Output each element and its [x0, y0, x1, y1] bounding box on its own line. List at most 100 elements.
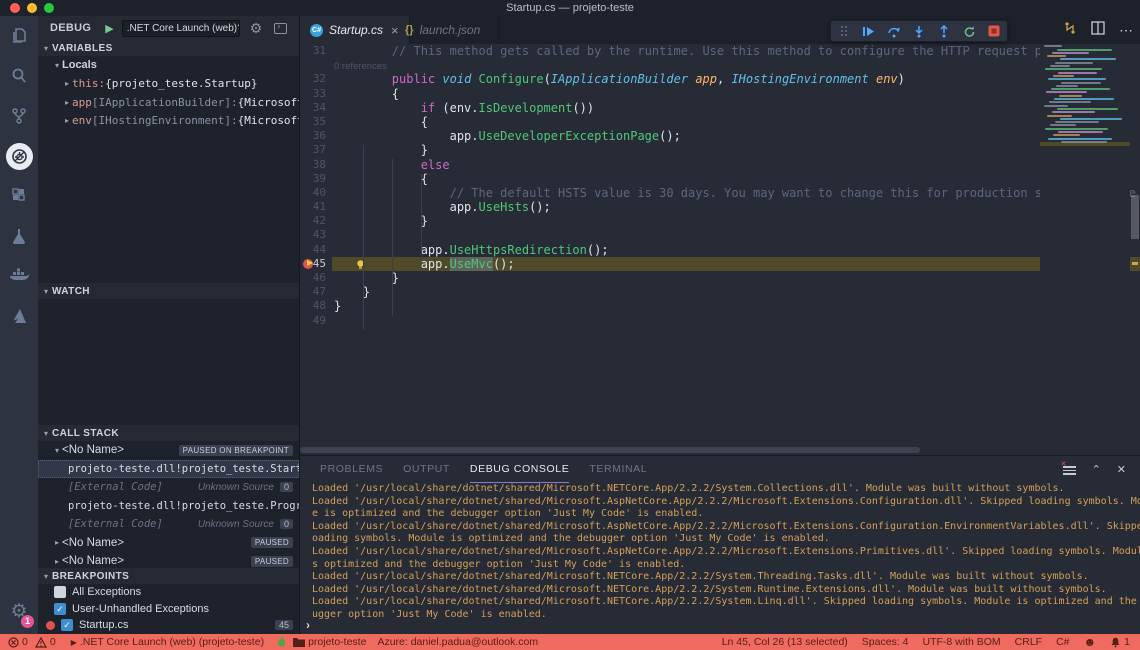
breakpoint-row[interactable]: ✓User-Unhandled Exceptions — [38, 601, 299, 618]
console-input-prompt[interactable]: › — [306, 618, 310, 632]
minimap-bar — [1057, 108, 1118, 110]
breakpoints-pane: All Exceptions✓User-Unhandled Exceptions… — [38, 584, 299, 634]
code-line[interactable]: 35 { — [300, 115, 1140, 129]
code-line[interactable]: 45 app.UseMvc(); — [300, 257, 1140, 271]
open-console-icon[interactable] — [274, 23, 287, 34]
error-icon — [8, 637, 19, 648]
code-line[interactable]: 40 // The default HSTS value is 30 days.… — [300, 186, 1140, 200]
search-icon[interactable] — [0, 56, 38, 96]
breakpoint-row[interactable]: All Exceptions — [38, 584, 299, 601]
step-out-icon[interactable] — [935, 22, 953, 40]
toolbar-grip[interactable] — [835, 22, 853, 40]
configure-gear-icon[interactable]: ⚙ — [250, 20, 263, 37]
code-line[interactable]: 42 } — [300, 214, 1140, 228]
debug-launch-status[interactable]: ▶ .NET Core Launch (web) (projeto-teste) — [71, 636, 264, 648]
code-line[interactable]: 41 app.UseHsts(); — [300, 200, 1140, 214]
code-line[interactable]: 32 public void Configure(IApplicationBui… — [300, 72, 1140, 86]
variable-row[interactable]: ▸env [IHostingEnvironment]: {Microsoft.A… — [38, 112, 299, 131]
continue-icon[interactable] — [860, 22, 878, 40]
settings-gear-icon[interactable]: ⚙ 1 — [0, 594, 38, 628]
explorer-icon[interactable] — [0, 16, 38, 56]
callstack-thread[interactable]: ▸<No Name>PAUSED — [38, 552, 299, 568]
code-editor[interactable]: 31 // This method gets called by the run… — [300, 44, 1140, 455]
variable-row[interactable]: ▸app [IApplicationBuilder]: {Microsoft.A… — [38, 93, 299, 112]
console-line: Loaded '/usr/local/share/dotnet/shared/M… — [312, 496, 1140, 509]
code-line[interactable]: 33 { — [300, 87, 1140, 101]
stop-icon[interactable] — [985, 22, 1003, 40]
scrollbar-thumb[interactable] — [1131, 195, 1139, 239]
code-line[interactable]: 38 else — [300, 158, 1140, 172]
notifications-bell[interactable]: 1 — [1110, 636, 1130, 648]
variables-group[interactable]: ▾Locals — [38, 56, 299, 75]
callstack-external[interactable]: [External Code]Unknown Source0 — [38, 478, 299, 497]
code-line[interactable]: 44 app.UseHttpsRedirection(); — [300, 243, 1140, 257]
horizontal-scrollbar-thumb[interactable] — [300, 447, 920, 453]
checkbox[interactable]: ✓ — [61, 619, 73, 631]
tab-terminal[interactable]: TERMINAL — [589, 456, 647, 483]
tab-output[interactable]: OUTPUT — [403, 456, 450, 483]
call-stack-section-header[interactable]: ▾ CALL STACK — [38, 425, 299, 441]
variables-section-header[interactable]: ▾ VARIABLES — [38, 40, 299, 56]
restart-icon[interactable] — [960, 22, 978, 40]
callstack-frame[interactable]: projeto-teste.dll!projeto_teste.Startup.… — [38, 460, 299, 479]
feedback-smiley-icon[interactable]: ☻ — [1084, 635, 1097, 649]
minimap-bar — [1060, 58, 1116, 60]
language-mode-status[interactable]: C# — [1056, 636, 1069, 648]
code-line[interactable]: 0 references — [300, 58, 1140, 72]
callstack-thread[interactable]: ▾<No Name>PAUSED ON BREAKPOINT — [38, 441, 299, 460]
code-line[interactable]: 39 { — [300, 172, 1140, 186]
code-line[interactable]: 34 if (env.IsDevelopment()) — [300, 101, 1140, 115]
code-line[interactable]: 48} — [300, 299, 1140, 313]
debug-toolbar — [830, 20, 1008, 42]
activity-bar: ⚙ 1 — [0, 16, 38, 634]
editor-scrollbar[interactable] — [1130, 44, 1140, 455]
code-line[interactable]: 31 // This method gets called by the run… — [300, 44, 1140, 58]
tab-startup-cs[interactable]: C# Startup.cs × — [300, 16, 410, 44]
cursor-position-status[interactable]: Ln 45, Col 26 (13 selected) — [722, 636, 848, 648]
checkbox[interactable] — [54, 586, 66, 598]
flame-icon[interactable] — [277, 636, 286, 648]
start-debug-button[interactable]: ▶ — [105, 22, 113, 35]
encoding-status[interactable]: UTF-8 with BOM — [922, 636, 1000, 648]
close-panel-icon[interactable]: ✕ — [1117, 463, 1126, 476]
more-actions-icon[interactable]: ⋯ — [1119, 22, 1134, 39]
azure-icon[interactable] — [0, 296, 38, 336]
step-into-icon[interactable] — [910, 22, 928, 40]
step-over-icon[interactable] — [885, 22, 903, 40]
clear-console-icon[interactable] — [1063, 464, 1076, 475]
checkbox[interactable]: ✓ — [54, 603, 66, 615]
source-control-icon[interactable] — [0, 96, 38, 136]
code-line[interactable]: 47 } — [300, 285, 1140, 299]
breakpoints-section-header[interactable]: ▾ BREAKPOINTS — [38, 568, 299, 584]
code-line[interactable]: 46 } — [300, 271, 1140, 285]
azure-account-status[interactable]: Azure: daniel.padua@outlook.com — [377, 636, 538, 648]
docker-icon[interactable] — [0, 256, 38, 296]
callstack-frame[interactable]: projeto-teste.dll!projeto_teste.Program.… — [38, 497, 299, 516]
git-compare-icon[interactable] — [1063, 21, 1077, 40]
maximize-panel-icon[interactable]: ⌃ — [1092, 463, 1101, 476]
breakpoint-row[interactable]: ✓Startup.cs45 — [38, 617, 299, 634]
tab-launch-json[interactable]: {} launch.json — [395, 16, 499, 44]
callstack-thread[interactable]: ▸<No Name>PAUSED — [38, 534, 299, 553]
breakpoint-dot-icon — [46, 621, 55, 630]
extensions-icon[interactable] — [0, 176, 38, 216]
problems-status[interactable]: 0 0 — [8, 636, 56, 648]
code-line[interactable]: 49 — [300, 314, 1140, 328]
test-beaker-icon[interactable] — [0, 216, 38, 256]
split-editor-icon[interactable] — [1091, 21, 1105, 40]
folder-status[interactable]: projeto-teste — [293, 636, 366, 648]
watch-section-header[interactable]: ▾ WATCH — [38, 283, 299, 299]
code-line[interactable]: 43 — [300, 228, 1140, 242]
debug-icon[interactable] — [0, 136, 38, 176]
code-line[interactable]: 36 app.UseDeveloperExceptionPage(); — [300, 129, 1140, 143]
callstack-external[interactable]: [External Code]Unknown Source0 — [38, 515, 299, 534]
indentation-status[interactable]: Spaces: 4 — [862, 636, 909, 648]
minimap[interactable] — [1040, 44, 1130, 455]
tab-problems[interactable]: PROBLEMS — [320, 456, 383, 483]
launch-config-dropdown[interactable]: .NET Core Launch (web) ⇅ — [122, 20, 240, 37]
variable-row[interactable]: ▸this: {projeto_teste.Startup} — [38, 75, 299, 94]
code-line[interactable]: 37 } — [300, 143, 1140, 157]
console-line: e is optimized and the debugger option '… — [312, 508, 1140, 521]
eol-status[interactable]: CRLF — [1015, 636, 1042, 648]
tab-debug-console[interactable]: DEBUG CONSOLE — [470, 456, 569, 483]
